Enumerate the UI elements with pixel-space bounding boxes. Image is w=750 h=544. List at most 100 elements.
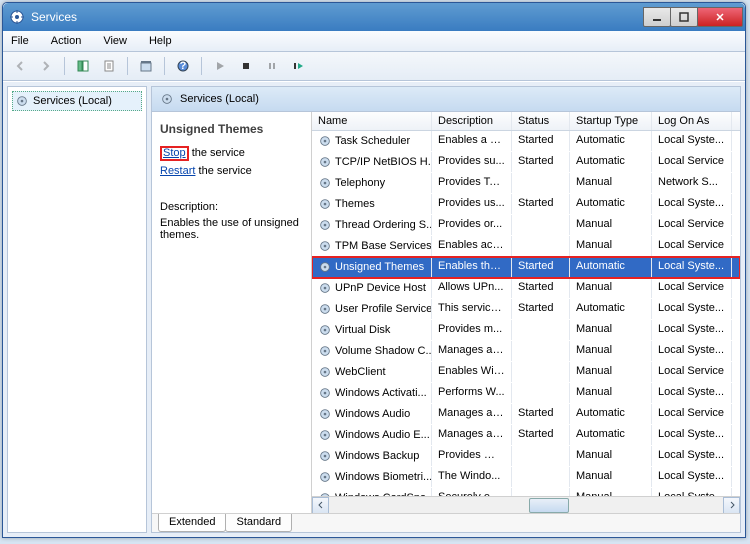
col-logon[interactable]: Log On As bbox=[652, 112, 732, 130]
scroll-left-button[interactable] bbox=[312, 497, 329, 514]
service-description: Provides su... bbox=[432, 152, 512, 172]
service-name: Windows Audio bbox=[335, 408, 410, 420]
export-list-button[interactable] bbox=[98, 55, 120, 77]
service-startup: Manual bbox=[570, 215, 652, 235]
service-startup: Automatic bbox=[570, 299, 652, 319]
service-name: TPM Base Services bbox=[335, 240, 432, 252]
service-row[interactable]: WebClientEnables Win...ManualLocal Servi… bbox=[312, 362, 740, 383]
service-row[interactable]: Task SchedulerEnables a us...StartedAuto… bbox=[312, 131, 740, 152]
services-window: Services File Action View Help ? S bbox=[2, 2, 746, 538]
service-description: The Windo... bbox=[432, 467, 512, 487]
service-row[interactable]: ThemesProvides us...StartedAutomaticLoca… bbox=[312, 194, 740, 215]
detail-pane: Unsigned Themes Stop the service Restart… bbox=[152, 112, 312, 513]
close-button[interactable] bbox=[697, 7, 743, 27]
service-row[interactable]: Windows BackupProvides Wi...ManualLocal … bbox=[312, 446, 740, 467]
service-status bbox=[512, 236, 570, 256]
main-header: Services (Local) bbox=[152, 87, 740, 112]
service-status: Started bbox=[512, 152, 570, 172]
toolbar: ? bbox=[3, 52, 745, 81]
pause-service-button[interactable] bbox=[261, 55, 283, 77]
col-name[interactable]: Name bbox=[312, 112, 432, 130]
service-startup: Manual bbox=[570, 173, 652, 193]
title-bar[interactable]: Services bbox=[3, 3, 745, 31]
service-logon: Local Syste... bbox=[652, 467, 732, 487]
service-name: Windows Activati... bbox=[335, 387, 427, 399]
service-logon: Local Syste... bbox=[652, 488, 732, 496]
forward-button[interactable] bbox=[35, 55, 57, 77]
minimize-button[interactable] bbox=[643, 7, 671, 27]
service-name: Virtual Disk bbox=[335, 324, 390, 336]
stop-service-link[interactable]: Stop bbox=[163, 147, 186, 159]
service-row[interactable]: Thread Ordering S...Provides or...Manual… bbox=[312, 215, 740, 236]
service-row[interactable]: UPnP Device HostAllows UPn...StartedManu… bbox=[312, 278, 740, 299]
service-description: Provides us... bbox=[432, 194, 512, 214]
service-icon bbox=[318, 197, 332, 211]
service-grid: Name Description Status Startup Type Log… bbox=[312, 112, 740, 513]
stop-service-button[interactable] bbox=[235, 55, 257, 77]
tab-standard[interactable]: Standard bbox=[225, 514, 292, 532]
restart-service-button[interactable] bbox=[287, 55, 309, 77]
service-description: Provides Tel... bbox=[432, 173, 512, 193]
properties-button[interactable] bbox=[135, 55, 157, 77]
service-row[interactable]: TCP/IP NetBIOS H...Provides su...Started… bbox=[312, 152, 740, 173]
service-startup: Automatic bbox=[570, 194, 652, 214]
menu-view[interactable]: View bbox=[99, 33, 131, 49]
toolbar-separator bbox=[64, 57, 65, 75]
service-icon bbox=[318, 260, 332, 274]
service-status bbox=[512, 446, 570, 466]
service-startup: Automatic bbox=[570, 425, 652, 445]
maximize-button[interactable] bbox=[670, 7, 698, 27]
grid-header: Name Description Status Startup Type Log… bbox=[312, 112, 740, 131]
service-row[interactable]: Unsigned ThemesEnables the …StartedAutom… bbox=[312, 257, 740, 278]
service-status bbox=[512, 383, 570, 403]
grid-rows[interactable]: Task SchedulerEnables a us...StartedAuto… bbox=[312, 131, 740, 496]
tree-root-label: Services (Local) bbox=[33, 95, 112, 107]
service-row[interactable]: Windows Activati...Performs W...ManualLo… bbox=[312, 383, 740, 404]
service-status bbox=[512, 467, 570, 487]
service-row[interactable]: TelephonyProvides Tel...ManualNetwork S.… bbox=[312, 173, 740, 194]
menu-file[interactable]: File bbox=[7, 33, 33, 49]
service-row[interactable]: Windows CardSpa...Securely en...ManualLo… bbox=[312, 488, 740, 496]
service-status bbox=[512, 173, 570, 193]
back-button[interactable] bbox=[9, 55, 31, 77]
service-status: Started bbox=[512, 425, 570, 445]
menu-help[interactable]: Help bbox=[145, 33, 176, 49]
service-row[interactable]: Virtual DiskProvides m...ManualLocal Sys… bbox=[312, 320, 740, 341]
service-description: Provides or... bbox=[432, 215, 512, 235]
scroll-right-button[interactable] bbox=[723, 497, 740, 514]
tree-services-local[interactable]: Services (Local) bbox=[12, 91, 142, 111]
main-header-label: Services (Local) bbox=[180, 93, 259, 105]
service-logon: Local Syste... bbox=[652, 341, 732, 361]
service-startup: Manual bbox=[570, 320, 652, 340]
col-startup[interactable]: Startup Type bbox=[570, 112, 652, 130]
service-row[interactable]: Windows Audio E...Manages au...StartedAu… bbox=[312, 425, 740, 446]
service-startup: Manual bbox=[570, 446, 652, 466]
stop-suffix: the service bbox=[192, 147, 245, 159]
service-row[interactable]: User Profile ServiceThis service …Starte… bbox=[312, 299, 740, 320]
scroll-thumb[interactable] bbox=[529, 498, 569, 513]
service-name: Telephony bbox=[335, 177, 385, 189]
service-icon bbox=[318, 428, 332, 442]
service-row[interactable]: Windows AudioManages au...StartedAutomat… bbox=[312, 404, 740, 425]
tab-extended[interactable]: Extended bbox=[158, 514, 226, 532]
col-status[interactable]: Status bbox=[512, 112, 570, 130]
service-name: Windows Backup bbox=[335, 450, 419, 462]
service-row[interactable]: TPM Base ServicesEnables acc...ManualLoc… bbox=[312, 236, 740, 257]
main-pane: Services (Local) Unsigned Themes Stop th… bbox=[151, 86, 741, 533]
horizontal-scrollbar[interactable] bbox=[312, 496, 740, 513]
help-button[interactable]: ? bbox=[172, 55, 194, 77]
service-startup: Manual bbox=[570, 488, 652, 496]
restart-service-link[interactable]: Restart bbox=[160, 165, 195, 177]
service-logon: Local Service bbox=[652, 362, 732, 382]
service-row[interactable]: Windows Biometri...The Windo...ManualLoc… bbox=[312, 467, 740, 488]
col-description[interactable]: Description bbox=[432, 112, 512, 130]
service-icon bbox=[318, 134, 332, 148]
service-startup: Automatic bbox=[570, 404, 652, 424]
service-icon bbox=[318, 344, 332, 358]
start-service-button[interactable] bbox=[209, 55, 231, 77]
show-hide-tree-button[interactable] bbox=[72, 55, 94, 77]
service-row[interactable]: Volume Shadow C...Manages an...ManualLoc… bbox=[312, 341, 740, 362]
menu-bar: File Action View Help bbox=[3, 31, 745, 52]
service-icon bbox=[318, 386, 332, 400]
menu-action[interactable]: Action bbox=[47, 33, 86, 49]
